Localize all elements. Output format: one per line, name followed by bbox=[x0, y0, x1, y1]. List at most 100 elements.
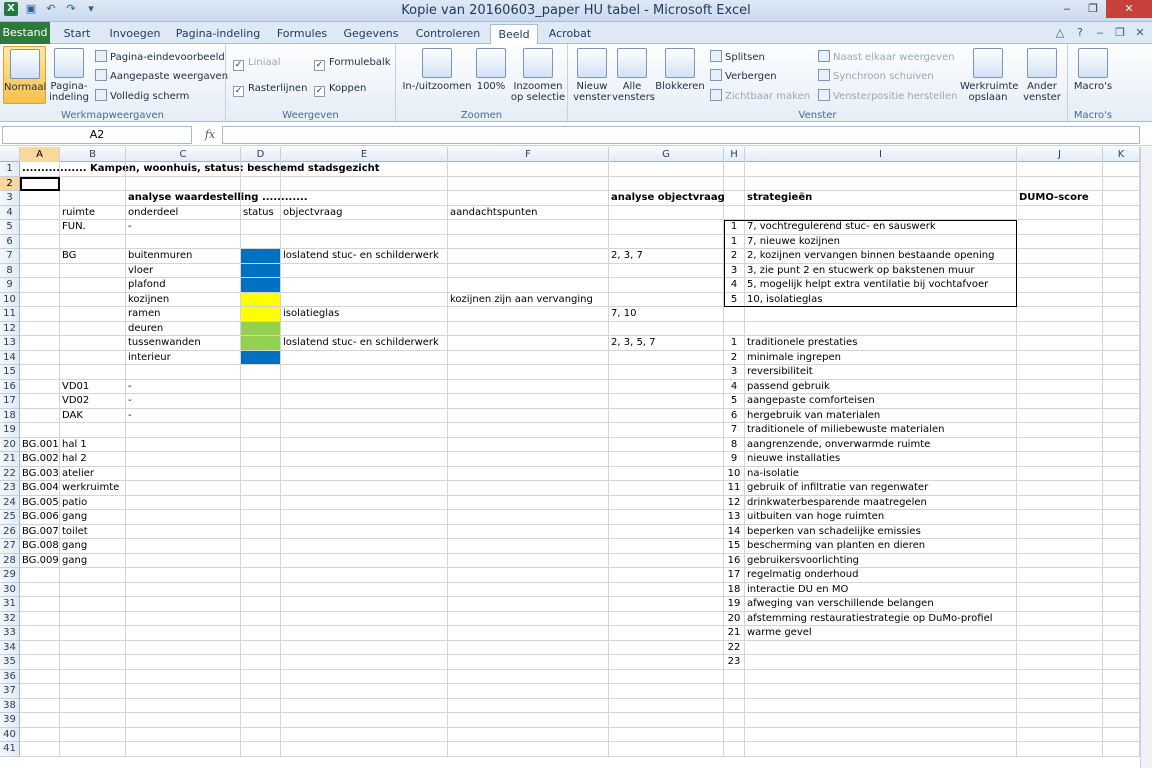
cell-f32[interactable] bbox=[448, 611, 609, 626]
cell-k28[interactable] bbox=[1103, 553, 1140, 568]
status-cell-d9[interactable] bbox=[241, 278, 281, 293]
cell-c14[interactable]: interieur bbox=[126, 350, 241, 365]
cell-a35[interactable] bbox=[20, 655, 60, 670]
cell-b11[interactable] bbox=[60, 307, 126, 322]
cell-f33[interactable] bbox=[448, 626, 609, 641]
cell-i20[interactable]: aangrenzende, onverwarmde ruimte bbox=[745, 437, 1017, 452]
cell-i15[interactable]: reversibiliteit bbox=[745, 365, 1017, 380]
cell-k10[interactable] bbox=[1103, 292, 1140, 307]
cell-a14[interactable] bbox=[20, 350, 60, 365]
cell-k30[interactable] bbox=[1103, 582, 1140, 597]
cell-g30[interactable] bbox=[609, 582, 724, 597]
cell-c23[interactable] bbox=[126, 481, 241, 496]
row-header[interactable]: 16 bbox=[0, 379, 20, 394]
cell-f27[interactable] bbox=[448, 539, 609, 554]
row-header[interactable]: 25 bbox=[0, 510, 20, 525]
cell-j16[interactable] bbox=[1017, 379, 1103, 394]
status-cell-d11[interactable] bbox=[241, 307, 281, 322]
cell-f41[interactable] bbox=[448, 742, 609, 757]
status-cell-d12[interactable] bbox=[241, 321, 281, 336]
cell-f21[interactable] bbox=[448, 452, 609, 467]
cell-h5[interactable]: 1 bbox=[724, 220, 745, 235]
cell-k4[interactable] bbox=[1103, 205, 1140, 220]
cell-g38[interactable] bbox=[609, 698, 724, 713]
cell-c10[interactable]: kozijnen bbox=[126, 292, 241, 307]
cell-d17[interactable] bbox=[241, 394, 281, 409]
row-header[interactable]: 19 bbox=[0, 423, 20, 438]
row-header[interactable]: 21 bbox=[0, 452, 20, 467]
cell-d34[interactable] bbox=[241, 640, 281, 655]
zoom-100-button[interactable]: 100% bbox=[474, 48, 508, 92]
cell-g15[interactable] bbox=[609, 365, 724, 380]
collapse-ribbon-icon[interactable]: △ bbox=[1052, 25, 1068, 41]
cell-i19[interactable]: traditionele of miliebewuste materialen bbox=[745, 423, 1017, 438]
cell-c27[interactable] bbox=[126, 539, 241, 554]
cell-c20[interactable] bbox=[126, 437, 241, 452]
restore-icon[interactable]: ❐ bbox=[1080, 0, 1106, 18]
status-cell-d10[interactable] bbox=[241, 292, 281, 307]
cell-g20[interactable] bbox=[609, 437, 724, 452]
cell-f4[interactable]: aandachtspunten bbox=[448, 205, 609, 220]
row-header[interactable]: 30 bbox=[0, 582, 20, 597]
cell-b39[interactable] bbox=[60, 713, 126, 728]
cell-g36[interactable] bbox=[609, 669, 724, 684]
cell-b6[interactable] bbox=[60, 234, 126, 249]
cell-f31[interactable] bbox=[448, 597, 609, 612]
row-header[interactable]: 10 bbox=[0, 292, 20, 307]
cell-h24[interactable]: 12 bbox=[724, 495, 745, 510]
cell-i8[interactable]: 3, zie punt 2 en stucwerk op bakstenen m… bbox=[745, 263, 1017, 278]
cell-h27[interactable]: 15 bbox=[724, 539, 745, 554]
cell-k38[interactable] bbox=[1103, 698, 1140, 713]
row-header[interactable]: 29 bbox=[0, 568, 20, 583]
cell-i1[interactable] bbox=[745, 162, 1017, 177]
row-header[interactable]: 20 bbox=[0, 437, 20, 452]
cell-b23[interactable]: werkruimte bbox=[60, 481, 126, 496]
cell-g37[interactable] bbox=[609, 684, 724, 699]
cell-f17[interactable] bbox=[448, 394, 609, 409]
cell-k3[interactable] bbox=[1103, 191, 1140, 206]
cell-f18[interactable] bbox=[448, 408, 609, 423]
cell-a32[interactable] bbox=[20, 611, 60, 626]
cell-b34[interactable] bbox=[60, 640, 126, 655]
cell-i12[interactable] bbox=[745, 321, 1017, 336]
cell-c9[interactable]: plafond bbox=[126, 278, 241, 293]
cell-e16[interactable] bbox=[281, 379, 448, 394]
cell-g14[interactable] bbox=[609, 350, 724, 365]
cell-f7[interactable] bbox=[448, 249, 609, 264]
cell-c18[interactable]: - bbox=[126, 408, 241, 423]
cell-f14[interactable] bbox=[448, 350, 609, 365]
row-header[interactable]: 5 bbox=[0, 220, 20, 235]
cell-j18[interactable] bbox=[1017, 408, 1103, 423]
cell-b20[interactable]: hal 1 bbox=[60, 437, 126, 452]
row-header[interactable]: 24 bbox=[0, 495, 20, 510]
cell-b35[interactable] bbox=[60, 655, 126, 670]
cell-j41[interactable] bbox=[1017, 742, 1103, 757]
cell-j12[interactable] bbox=[1017, 321, 1103, 336]
cell-b18[interactable]: DAK bbox=[60, 408, 126, 423]
cell-h10[interactable]: 5 bbox=[724, 292, 745, 307]
cell-j40[interactable] bbox=[1017, 727, 1103, 742]
row-header[interactable]: 32 bbox=[0, 611, 20, 626]
cell-d21[interactable] bbox=[241, 452, 281, 467]
cell-i37[interactable] bbox=[745, 684, 1017, 699]
cell-b32[interactable] bbox=[60, 611, 126, 626]
cell-e8[interactable] bbox=[281, 263, 448, 278]
cell-f1[interactable] bbox=[448, 162, 609, 177]
cell-b15[interactable] bbox=[60, 365, 126, 380]
cell-g19[interactable] bbox=[609, 423, 724, 438]
cell-d16[interactable] bbox=[241, 379, 281, 394]
cell-e10[interactable] bbox=[281, 292, 448, 307]
row-header[interactable]: 18 bbox=[0, 408, 20, 423]
cell-a28[interactable]: BG.009 bbox=[20, 553, 60, 568]
row-header[interactable]: 14 bbox=[0, 350, 20, 365]
cell-d19[interactable] bbox=[241, 423, 281, 438]
cell-e5[interactable] bbox=[281, 220, 448, 235]
cell-h9[interactable]: 4 bbox=[724, 278, 745, 293]
cell-i9[interactable]: 5, mogelijk helpt extra ventilatie bij v… bbox=[745, 278, 1017, 293]
cell-k40[interactable] bbox=[1103, 727, 1140, 742]
column-header-i[interactable]: I bbox=[745, 147, 1017, 162]
cell-c29[interactable] bbox=[126, 568, 241, 583]
cell-k19[interactable] bbox=[1103, 423, 1140, 438]
cell-d23[interactable] bbox=[241, 481, 281, 496]
cell-f6[interactable] bbox=[448, 234, 609, 249]
